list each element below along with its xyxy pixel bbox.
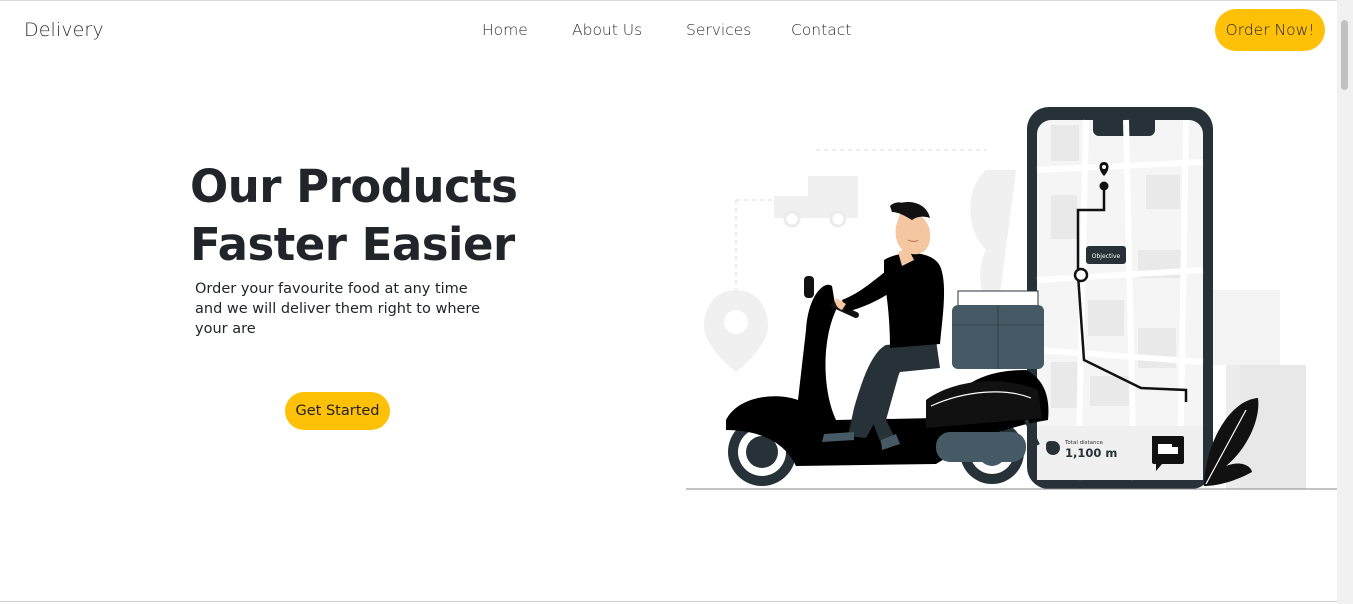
hero-title-line1: Our Products	[190, 160, 518, 213]
top-border	[0, 0, 1353, 1]
delivery-box	[952, 290, 1044, 369]
nav-link-contact[interactable]: Contact	[791, 21, 851, 39]
hero-title-line2: Faster Easier	[190, 218, 515, 271]
map-objective-label: Objective	[1092, 253, 1121, 260]
delivery-rider	[822, 202, 945, 450]
hero-title: Our Products Faster Easier	[190, 158, 518, 274]
distance-value: 1,100 m	[1065, 446, 1117, 460]
nav-link-home[interactable]: Home	[482, 21, 528, 39]
nav-link-about[interactable]: About Us	[572, 21, 642, 39]
section-divider	[0, 601, 1337, 602]
page-scrollbar[interactable]	[1337, 0, 1353, 604]
order-now-button[interactable]: Order Now!	[1215, 9, 1325, 51]
phone-map: Objective Total distance 1,100 m	[1027, 107, 1213, 489]
delivery-scooter-illustration: Objective Total distance 1,100 m	[686, 107, 1338, 490]
hero-description: Order your favourite food at any time an…	[195, 281, 480, 337]
nav-link-services[interactable]: Services	[686, 21, 751, 39]
brand-logo[interactable]: Delivery	[24, 19, 104, 41]
get-started-button[interactable]: Get Started	[285, 392, 390, 430]
scrollbar-thumb[interactable]	[1341, 20, 1348, 90]
